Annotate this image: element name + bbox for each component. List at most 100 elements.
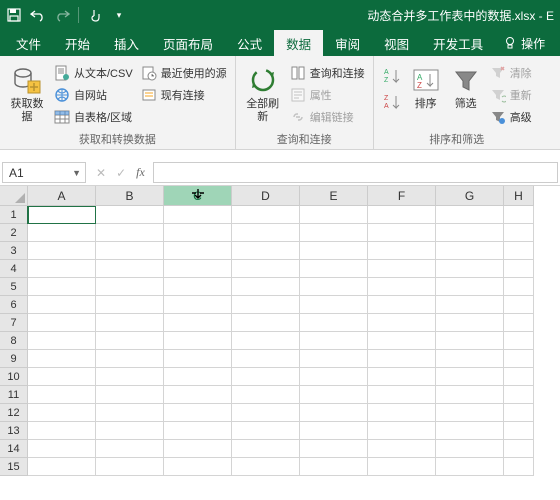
- sort-button[interactable]: AZ 排序: [408, 60, 444, 129]
- cell-E2[interactable]: [300, 224, 368, 242]
- fx-icon[interactable]: fx: [136, 165, 145, 180]
- cell-C9[interactable]: [164, 350, 232, 368]
- filter-button[interactable]: 筛选: [448, 60, 484, 129]
- formula-input[interactable]: [153, 162, 558, 183]
- cell-F12[interactable]: [368, 404, 436, 422]
- sort-az-button[interactable]: AZ: [380, 64, 404, 88]
- cell-B3[interactable]: [96, 242, 164, 260]
- tab-view[interactable]: 视图: [372, 30, 421, 56]
- cell-H1[interactable]: [504, 206, 534, 224]
- tell-me[interactable]: 操作: [495, 30, 553, 56]
- cell-E6[interactable]: [300, 296, 368, 314]
- cell-G4[interactable]: [436, 260, 504, 278]
- cell-F4[interactable]: [368, 260, 436, 278]
- cell-A3[interactable]: [28, 242, 96, 260]
- cell-D9[interactable]: [232, 350, 300, 368]
- row-header-5[interactable]: 5: [0, 278, 28, 296]
- cell-F1[interactable]: [368, 206, 436, 224]
- cell-D13[interactable]: [232, 422, 300, 440]
- cell-D14[interactable]: [232, 440, 300, 458]
- column-header-B[interactable]: B: [96, 186, 164, 206]
- cell-H11[interactable]: [504, 386, 534, 404]
- row-header-1[interactable]: 1: [0, 206, 28, 224]
- cell-H4[interactable]: [504, 260, 534, 278]
- cell-A13[interactable]: [28, 422, 96, 440]
- cell-B12[interactable]: [96, 404, 164, 422]
- cell-H6[interactable]: [504, 296, 534, 314]
- cell-F15[interactable]: [368, 458, 436, 476]
- cell-A1[interactable]: [28, 206, 96, 224]
- cell-G2[interactable]: [436, 224, 504, 242]
- cell-G14[interactable]: [436, 440, 504, 458]
- cell-C14[interactable]: [164, 440, 232, 458]
- cell-B14[interactable]: [96, 440, 164, 458]
- cell-A15[interactable]: [28, 458, 96, 476]
- cell-E12[interactable]: [300, 404, 368, 422]
- row-header-12[interactable]: 12: [0, 404, 28, 422]
- cell-D4[interactable]: [232, 260, 300, 278]
- cell-H14[interactable]: [504, 440, 534, 458]
- tab-data[interactable]: 数据: [274, 30, 323, 56]
- cell-G12[interactable]: [436, 404, 504, 422]
- cell-C6[interactable]: [164, 296, 232, 314]
- select-all-button[interactable]: [0, 186, 28, 206]
- cell-B15[interactable]: [96, 458, 164, 476]
- cell-G6[interactable]: [436, 296, 504, 314]
- cell-B5[interactable]: [96, 278, 164, 296]
- cell-E10[interactable]: [300, 368, 368, 386]
- tab-developer[interactable]: 开发工具: [421, 30, 495, 56]
- cell-E7[interactable]: [300, 314, 368, 332]
- get-data-button[interactable]: 获取数 据: [6, 60, 48, 129]
- sort-za-button[interactable]: ZA: [380, 90, 404, 114]
- cell-B10[interactable]: [96, 368, 164, 386]
- cell-F3[interactable]: [368, 242, 436, 260]
- cell-B7[interactable]: [96, 314, 164, 332]
- cell-H7[interactable]: [504, 314, 534, 332]
- column-header-E[interactable]: E: [300, 186, 368, 206]
- cell-E14[interactable]: [300, 440, 368, 458]
- save-icon[interactable]: [6, 7, 22, 23]
- cell-A6[interactable]: [28, 296, 96, 314]
- cell-A10[interactable]: [28, 368, 96, 386]
- cell-G11[interactable]: [436, 386, 504, 404]
- cell-D11[interactable]: [232, 386, 300, 404]
- qat-customize-icon[interactable]: ▾: [111, 7, 127, 23]
- row-header-4[interactable]: 4: [0, 260, 28, 278]
- undo-icon[interactable]: [30, 7, 46, 23]
- cell-G8[interactable]: [436, 332, 504, 350]
- advanced-filter-button[interactable]: 高级: [488, 107, 534, 127]
- cell-E5[interactable]: [300, 278, 368, 296]
- cell-A9[interactable]: [28, 350, 96, 368]
- cell-G1[interactable]: [436, 206, 504, 224]
- row-header-7[interactable]: 7: [0, 314, 28, 332]
- cell-F11[interactable]: [368, 386, 436, 404]
- cell-C2[interactable]: [164, 224, 232, 242]
- clear-filter-button[interactable]: 清除: [488, 63, 534, 83]
- cell-F7[interactable]: [368, 314, 436, 332]
- cell-D5[interactable]: [232, 278, 300, 296]
- cell-C5[interactable]: [164, 278, 232, 296]
- cell-E4[interactable]: [300, 260, 368, 278]
- tab-formulas[interactable]: 公式: [225, 30, 274, 56]
- cell-E13[interactable]: [300, 422, 368, 440]
- name-box[interactable]: A1 ▼: [2, 162, 86, 183]
- cell-A8[interactable]: [28, 332, 96, 350]
- cell-C15[interactable]: [164, 458, 232, 476]
- cell-A2[interactable]: [28, 224, 96, 242]
- tab-file[interactable]: 文件: [4, 30, 53, 56]
- column-header-G[interactable]: G: [436, 186, 504, 206]
- cell-D8[interactable]: [232, 332, 300, 350]
- row-header-8[interactable]: 8: [0, 332, 28, 350]
- cell-G7[interactable]: [436, 314, 504, 332]
- cell-D12[interactable]: [232, 404, 300, 422]
- redo-icon[interactable]: [54, 7, 70, 23]
- row-header-13[interactable]: 13: [0, 422, 28, 440]
- cell-D10[interactable]: [232, 368, 300, 386]
- cell-A5[interactable]: [28, 278, 96, 296]
- cell-H12[interactable]: [504, 404, 534, 422]
- reapply-button[interactable]: 重新: [488, 85, 534, 105]
- column-header-F[interactable]: F: [368, 186, 436, 206]
- cell-B9[interactable]: [96, 350, 164, 368]
- cell-E9[interactable]: [300, 350, 368, 368]
- cell-B2[interactable]: [96, 224, 164, 242]
